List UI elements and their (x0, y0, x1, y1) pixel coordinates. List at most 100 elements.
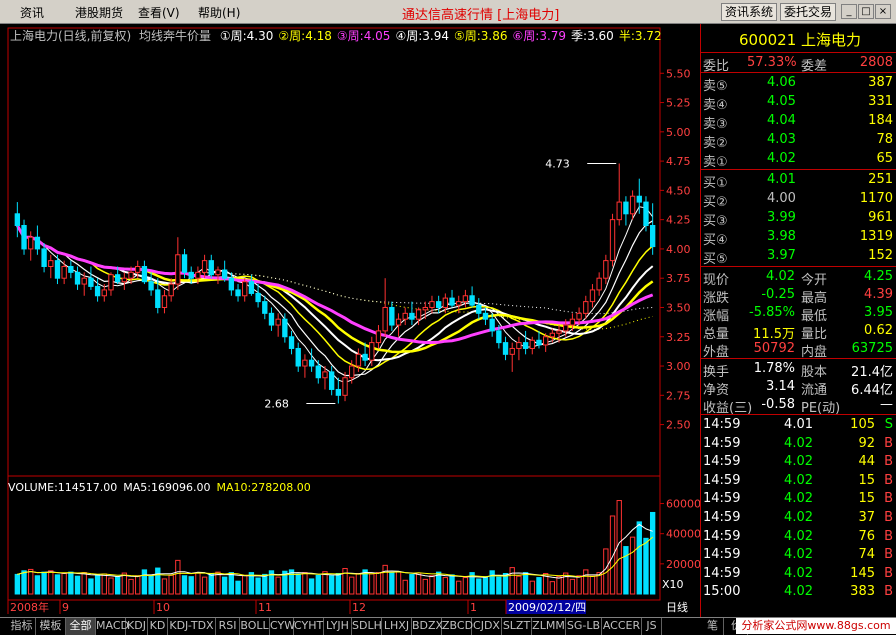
candle-body (556, 330, 562, 334)
tab-21[interactable]: JS (642, 618, 662, 635)
buy-level-label: 买④ (703, 233, 728, 248)
ma-legend-item: ③周:4.05 (336, 29, 391, 43)
candle-body (409, 312, 415, 320)
candle-body (563, 324, 569, 332)
candle-body (141, 265, 148, 283)
y-tick-label: 5.25 (666, 97, 691, 110)
menu-help[interactable]: 帮助(H) (198, 4, 240, 21)
tab-19[interactable]: SG-LB (566, 618, 602, 635)
tick-price: 4.02 (784, 491, 813, 507)
tick-price: 4.02 (784, 528, 813, 544)
candle-body (623, 201, 629, 215)
tab-11[interactable]: LYJH (324, 618, 352, 635)
info-system-button[interactable]: 资讯系统 (721, 3, 778, 21)
volume-bar (442, 577, 449, 595)
tab-16[interactable]: CJDX (472, 618, 502, 635)
tab-6[interactable]: KDJ-TDX (168, 618, 216, 635)
app-title: 通达信高速行情 [上海电力] (402, 8, 560, 23)
candle-body (61, 265, 67, 279)
volume-bar (349, 576, 355, 595)
candle-body (201, 260, 208, 273)
tab-3[interactable]: MACD (96, 618, 129, 635)
buy-volume: 961 (868, 210, 893, 225)
menu-hk-futures[interactable]: 港股期货 (75, 4, 123, 21)
tab-22[interactable]: 笔 (702, 618, 724, 635)
quote-row: 14:59 4.02 145 B (701, 565, 896, 584)
volume-bar (188, 576, 194, 595)
footer-watermark: 分析家公式网www.88gs.com (736, 618, 896, 634)
volume-bar (201, 576, 208, 595)
candle-body (228, 277, 235, 291)
tick-price: 4.02 (784, 435, 813, 451)
candle-body (489, 318, 495, 332)
tab-2[interactable]: 全部 (66, 618, 96, 635)
tick-price: 4.02 (784, 584, 813, 600)
quote-row: 14:59 4.02 15 B (701, 490, 896, 509)
candle-body (342, 377, 348, 396)
tab-7[interactable]: RSI (216, 618, 240, 635)
trade-button[interactable]: 委托交易 (780, 3, 837, 21)
panel-divider (701, 169, 896, 170)
tick-time: 15:00 (703, 584, 741, 600)
volume-bar (569, 578, 576, 595)
tab-12[interactable]: SDLH (352, 618, 382, 635)
volume-bar (369, 573, 375, 595)
volume-bar (41, 571, 47, 595)
tab-15[interactable]: ZBCD (442, 618, 473, 635)
volume-bar (242, 574, 248, 595)
volume-bar (135, 575, 141, 595)
sell-level-label: 卖⑤ (703, 79, 728, 94)
tab-13[interactable]: LHXJ (382, 618, 412, 635)
tab-4[interactable]: KDJ (126, 618, 148, 635)
volume-bar (215, 571, 221, 595)
tick-volume: 44 (858, 454, 875, 470)
tab-20[interactable]: ACCER (602, 618, 642, 635)
candle-body (476, 304, 482, 314)
volume-bar (529, 580, 535, 595)
candle-body (429, 301, 435, 308)
tab-14[interactable]: BDZX (412, 618, 443, 635)
stat-value: 3.95 (864, 305, 893, 320)
tab-1[interactable]: 模板 (36, 618, 66, 635)
fund-value: 3.14 (766, 379, 795, 394)
restore-icon[interactable]: □ (858, 4, 874, 19)
volume-bar (643, 537, 649, 595)
candle-body (382, 306, 388, 332)
candle-body (335, 388, 342, 396)
close-icon[interactable]: × (875, 4, 891, 19)
tab-8[interactable]: BOLL (240, 618, 270, 635)
candle-body (181, 254, 188, 273)
candle-body (282, 318, 288, 338)
volume-bar (175, 559, 181, 595)
volume-ma-line (17, 536, 654, 578)
tab-9[interactable]: CYW (270, 618, 295, 635)
tick-price: 4.02 (784, 472, 813, 488)
candle-body (322, 371, 328, 379)
ma-legend-item: 半:3.72 (618, 29, 662, 43)
menu-view[interactable]: 查看(V) (138, 4, 180, 21)
volume-bar (94, 574, 101, 595)
sell-volume: 331 (868, 94, 893, 109)
ma-legend-item: ④周:3.94 (395, 29, 449, 43)
menu-bar: 资讯 港股期货 查看(V) 帮助(H) 通达信高速行情 [上海电力] 资讯系统 … (0, 0, 896, 24)
tick-volume: 74 (858, 547, 875, 563)
tab-17[interactable]: SLZT (502, 618, 532, 635)
tab-10[interactable]: CYHT (294, 618, 324, 635)
candle-body (168, 283, 174, 297)
sell-level-label: 卖③ (703, 117, 728, 132)
tick-side: B (884, 547, 893, 563)
candle-body (456, 301, 462, 306)
tab-0[interactable]: 指标 (8, 618, 36, 635)
kline-chart[interactable]: 5.50 5.25 5.00 4.75 4.50 4.25 4.00 3.75 3.50 3.25… (0, 24, 700, 617)
menu-news[interactable]: 资讯 (20, 4, 44, 21)
candle-body (369, 342, 375, 361)
volume-bar (429, 575, 435, 595)
quote-row: 买① 4.01 251 (701, 171, 896, 191)
tab-5[interactable]: KD (148, 618, 168, 635)
stat-value: 50792 (753, 341, 795, 356)
tab-18[interactable]: ZLMM (532, 618, 566, 635)
y-tick-label: 3.00 (666, 360, 691, 373)
minimize-icon[interactable]: _ (841, 4, 857, 19)
buy-volume: 1170 (859, 191, 893, 206)
candle-body (114, 274, 121, 283)
